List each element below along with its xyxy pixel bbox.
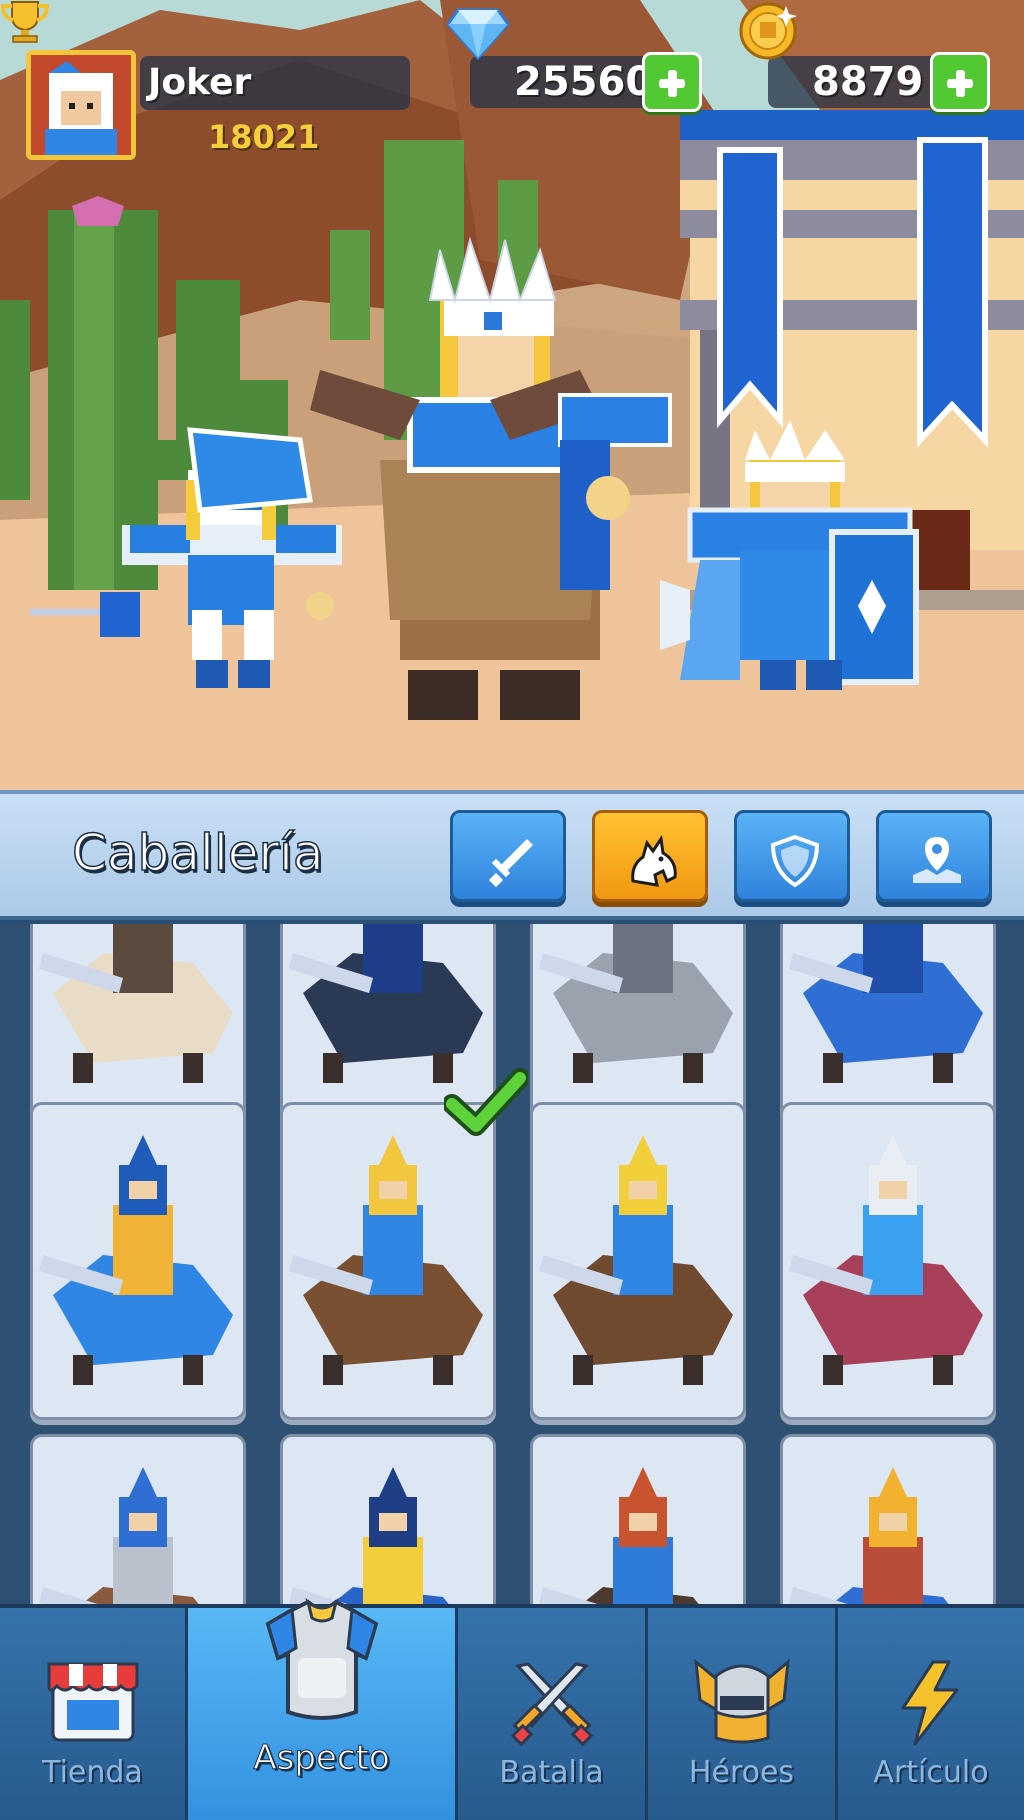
grey-winged-rider-icon	[39, 1467, 199, 1604]
desert-scene-illustration	[0, 0, 1024, 790]
nav-heroes[interactable]: Héroes	[648, 1608, 838, 1820]
player-name: Joker	[140, 56, 410, 110]
stag-wizard-rider-icon	[789, 1467, 949, 1604]
blue-bird-knight-icon	[39, 1135, 233, 1385]
skin-grid	[0, 924, 1024, 1604]
selected-check-icon	[444, 1068, 528, 1136]
skin-card[interactable]	[530, 1434, 746, 1604]
nav-batalla[interactable]: Batalla	[458, 1608, 648, 1820]
shop-icon	[47, 1662, 138, 1742]
tab-infantry[interactable]	[450, 810, 566, 902]
avatar-knight-icon	[31, 55, 131, 155]
crossed-swords-icon	[510, 1662, 593, 1747]
nav-label: Batalla	[499, 1755, 604, 1790]
nav-label: Tienda	[42, 1755, 143, 1790]
category-bar: Caballería	[0, 790, 1024, 920]
tab-location[interactable]	[876, 810, 992, 902]
nav-label: Héroes	[688, 1755, 795, 1790]
hero-preview-scene: Joker 18021 25560 8879	[0, 0, 1024, 790]
skin-card[interactable]	[780, 1102, 996, 1420]
add-coins-button[interactable]	[930, 52, 990, 112]
diamond-icon	[446, 8, 510, 61]
skin-card[interactable]	[530, 924, 746, 1118]
skin-card[interactable]	[780, 1434, 996, 1604]
red-hair-cavalier-icon	[539, 1467, 699, 1604]
blue-wyvern-rider-icon	[289, 1467, 449, 1604]
tab-cavalry[interactable]	[592, 810, 708, 902]
player-avatar[interactable]	[26, 50, 136, 160]
nav-aspecto[interactable]: Aspecto	[188, 1597, 458, 1820]
add-gems-button[interactable]	[642, 52, 702, 112]
category-title: Caballería	[71, 823, 324, 883]
map-pin-icon	[913, 837, 961, 883]
shield-icon	[770, 834, 820, 888]
horned-beast-knight-icon	[289, 1135, 483, 1385]
tab-defense[interactable]	[734, 810, 850, 902]
sword-icon	[488, 839, 533, 888]
skin-card[interactable]	[30, 924, 246, 1118]
skin-card[interactable]	[780, 924, 996, 1118]
yellow-armored-knight-icon	[539, 1135, 733, 1385]
armor-icon	[265, 1597, 378, 1720]
nav-label: Aspecto	[253, 1738, 390, 1779]
grey-wolf-mount-icon	[539, 924, 733, 1083]
helmet-icon	[693, 1658, 790, 1744]
lightning-icon	[901, 1660, 959, 1746]
skin-card[interactable]	[280, 1102, 496, 1420]
gold-coin-icon	[739, 2, 797, 60]
skin-card[interactable]	[30, 1102, 246, 1420]
skin-card[interactable]	[30, 1434, 246, 1604]
boar-viking-rider-icon	[789, 1135, 983, 1385]
nav-label: Artículo	[873, 1755, 989, 1790]
app-root: Joker 18021 25560 8879 Caballería Tienda…	[0, 0, 1024, 1820]
trophy-count: 18021	[208, 118, 320, 156]
nav-tienda[interactable]: Tienda	[0, 1608, 188, 1820]
bottom-navigation: Tienda Aspecto Batalla Héroes Artículo	[0, 1597, 1024, 1820]
nav-articulo[interactable]: Artículo	[838, 1608, 1024, 1820]
white-beast-mount-icon	[39, 924, 233, 1083]
horse-icon	[631, 834, 677, 887]
blue-dragon-mount-icon	[789, 924, 983, 1083]
skin-card[interactable]	[280, 1434, 496, 1604]
skin-card[interactable]	[530, 1102, 746, 1420]
trophy-icon	[0, 1, 50, 43]
